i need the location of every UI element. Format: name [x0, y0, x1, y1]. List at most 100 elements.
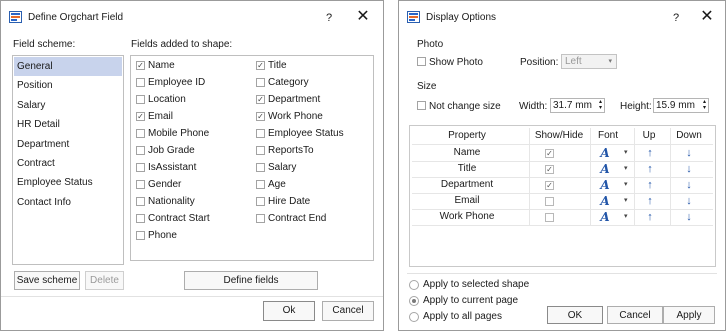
field-label: Age	[268, 179, 286, 190]
font-dropdown-icon[interactable]: ▾	[624, 178, 628, 192]
close-icon[interactable]: ✕	[355, 8, 371, 26]
font-icon[interactable]: A	[598, 162, 612, 176]
save-scheme-button[interactable]: Save scheme	[14, 271, 80, 290]
field-label: Email	[148, 111, 174, 122]
apply-radio[interactable]	[409, 296, 419, 306]
checkbox[interactable]: ✓	[256, 61, 265, 70]
checkbox[interactable]: ✓	[256, 112, 265, 121]
grid-row-divider	[412, 225, 713, 226]
column-header-property: Property	[448, 130, 486, 141]
field-label: Job Grade	[148, 145, 195, 156]
checkbox[interactable]	[256, 146, 265, 155]
checkbox[interactable]	[136, 197, 145, 206]
not-change-size-label: Not change size	[429, 101, 501, 112]
checkbox[interactable]	[256, 129, 265, 138]
font-dropdown-icon[interactable]: ▾	[624, 194, 628, 208]
arrow-up-icon[interactable]: ↑	[644, 178, 656, 192]
checkbox[interactable]	[136, 95, 145, 104]
field-label: Contract Start	[148, 213, 210, 224]
help-icon[interactable]: ?	[321, 10, 337, 26]
help-icon[interactable]: ?	[668, 10, 684, 26]
font-dropdown-icon[interactable]: ▾	[624, 146, 628, 160]
property-cell: Work Phone	[439, 211, 495, 222]
field-label: Title	[268, 60, 287, 71]
show-hide-checkbox[interactable]: ✓	[545, 165, 554, 174]
checkbox[interactable]	[136, 163, 145, 172]
arrow-up-icon[interactable]: ↑	[644, 146, 656, 160]
cancel-button[interactable]: Cancel	[322, 301, 374, 321]
arrow-down-icon[interactable]: ↓	[683, 146, 695, 160]
position-dropdown[interactable]: Left ▾	[561, 54, 617, 69]
font-icon[interactable]: A	[598, 178, 612, 192]
field-label: Employee ID	[148, 77, 206, 88]
spinner-arrows-icon[interactable]: ▴ ▾	[599, 99, 602, 111]
width-spinner[interactable]: 31.7 mm ▴ ▾	[550, 98, 605, 113]
ok-button[interactable]: Ok	[263, 301, 315, 321]
delete-button[interactable]: Delete	[85, 271, 124, 290]
checkbox[interactable]	[256, 214, 265, 223]
checkbox[interactable]	[256, 163, 265, 172]
ok-button[interactable]: OK	[547, 306, 603, 324]
checkbox[interactable]	[256, 180, 265, 189]
arrow-down-icon[interactable]: ↓	[683, 210, 695, 224]
scheme-list-item[interactable]: General	[14, 57, 122, 76]
dialog-title: Display Options	[426, 12, 497, 23]
property-grid: Property Show/Hide Font Up Down Name ✓ A ▾ ↑…	[409, 125, 716, 267]
font-icon[interactable]: A	[598, 194, 612, 208]
apply-button[interactable]: Apply	[663, 306, 715, 324]
arrow-up-icon[interactable]: ↑	[644, 162, 656, 176]
checkbox[interactable]	[136, 78, 145, 87]
font-icon[interactable]: A	[598, 146, 612, 160]
width-label: Width:	[519, 101, 548, 112]
arrow-up-icon[interactable]: ↑	[644, 194, 656, 208]
define-fields-button[interactable]: Define fields	[184, 271, 318, 290]
checkbox[interactable]: ✓	[256, 95, 265, 104]
spinner-arrows-icon[interactable]: ▴ ▾	[703, 99, 706, 111]
apply-radio[interactable]	[409, 280, 419, 290]
field-label: Employee Status	[268, 128, 344, 139]
scheme-list-item[interactable]: Department	[14, 135, 122, 154]
field-label: Department	[268, 94, 321, 105]
not-change-size-checkbox[interactable]	[417, 101, 426, 110]
scheme-list-item[interactable]: Position	[14, 76, 122, 95]
arrow-down-icon[interactable]: ↓	[683, 178, 695, 192]
show-photo-checkbox[interactable]	[417, 57, 426, 66]
apply-option-label: Apply to all pages	[423, 311, 502, 322]
checkbox[interactable]	[136, 129, 145, 138]
field-scheme-list[interactable]: General Position Salary HR Detail Department…	[12, 55, 124, 265]
close-icon[interactable]: ✕	[699, 8, 715, 26]
show-photo-label: Show Photo	[429, 57, 483, 68]
checkbox[interactable]	[136, 180, 145, 189]
show-hide-checkbox[interactable]	[545, 197, 554, 206]
arrow-down-icon[interactable]: ↓	[683, 162, 695, 176]
checkbox[interactable]	[256, 197, 265, 206]
dialog-title: Define Orgchart Field	[28, 12, 124, 23]
scheme-list-item[interactable]: Salary	[14, 96, 122, 115]
scheme-list-item[interactable]: HR Detail	[14, 115, 122, 134]
arrow-up-icon[interactable]: ↑	[644, 210, 656, 224]
height-spinner[interactable]: 15.9 mm ▴ ▾	[653, 98, 709, 113]
scheme-list-item[interactable]: Contract	[14, 154, 122, 173]
checkbox[interactable]: ✓	[136, 61, 145, 70]
show-hide-checkbox[interactable]	[545, 213, 554, 222]
checkbox[interactable]	[136, 146, 145, 155]
position-value: Left	[565, 56, 582, 67]
arrow-down-icon[interactable]: ↓	[683, 194, 695, 208]
define-orgchart-field-dialog: Define Orgchart Field ? ✕ Field scheme: …	[0, 0, 384, 331]
scheme-list-item[interactable]: Contact Info	[14, 193, 122, 212]
checkbox[interactable]	[136, 214, 145, 223]
column-header-up: Up	[642, 130, 656, 141]
checkbox[interactable]: ✓	[136, 112, 145, 121]
show-hide-checkbox[interactable]: ✓	[545, 149, 554, 158]
font-dropdown-icon[interactable]: ▾	[624, 162, 628, 176]
checkbox[interactable]	[256, 78, 265, 87]
checkbox[interactable]	[136, 231, 145, 240]
scheme-list-item[interactable]: Employee Status	[14, 173, 122, 192]
font-icon[interactable]: A	[598, 210, 612, 224]
show-hide-checkbox[interactable]: ✓	[545, 181, 554, 190]
field-label: Nationality	[148, 196, 195, 207]
cancel-button[interactable]: Cancel	[607, 306, 663, 324]
apply-radio[interactable]	[409, 312, 419, 322]
font-dropdown-icon[interactable]: ▾	[624, 210, 628, 224]
column-header-font: Font	[597, 130, 618, 141]
